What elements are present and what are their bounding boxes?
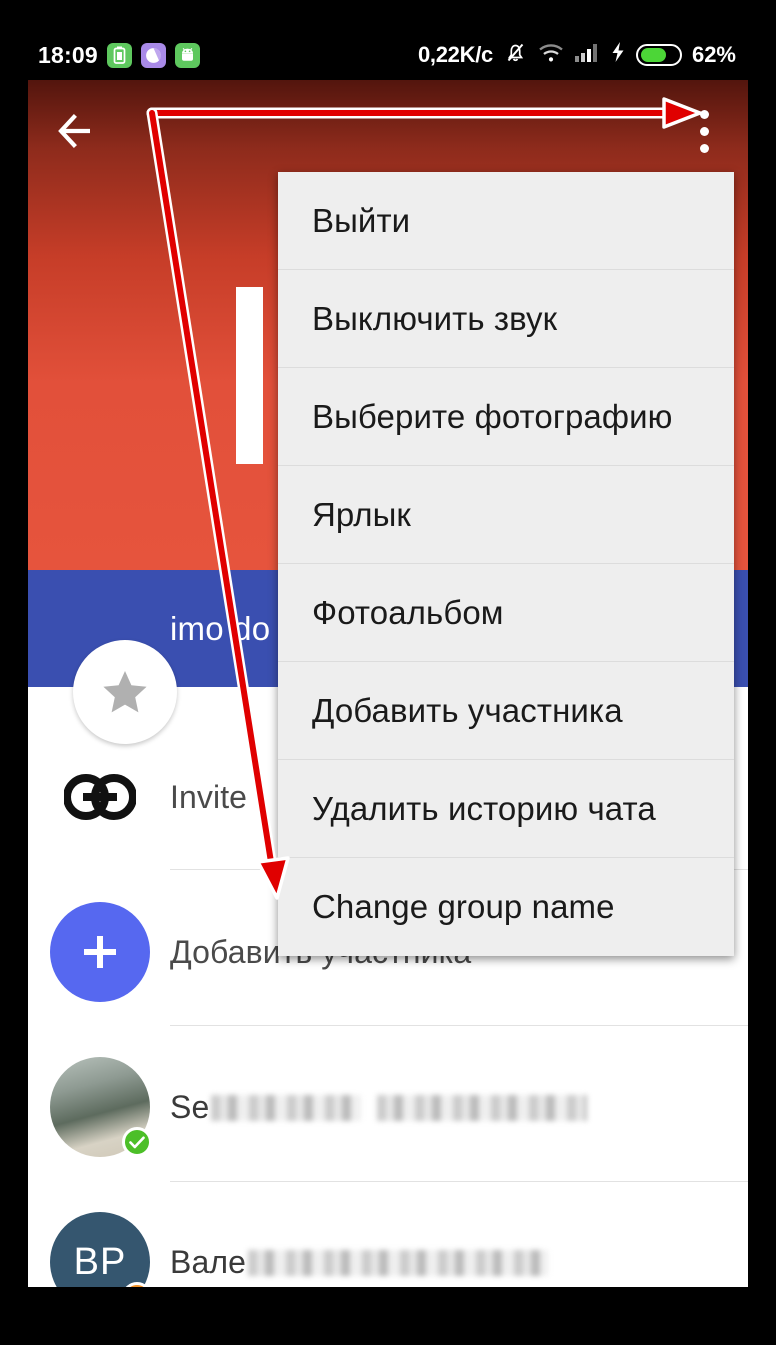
overflow-dot-2 [699,126,709,136]
menu-item-change-group-name[interactable]: Change group name [278,858,734,956]
menu-item-photo-album[interactable]: Фотоальбом [278,564,734,662]
phone-frame: 18:09 0,22K/c 62% imo do Invite Добавить… [0,0,776,1345]
signal-bars-icon [574,42,600,69]
menu-item-leave[interactable]: Выйти [278,172,734,270]
redacted-name-part [211,1094,362,1121]
member-1-name: Se [170,1089,588,1126]
row-member-1[interactable]: Se [28,1052,748,1162]
phone-screen: 18:09 0,22K/c 62% imo do Invite Добавить… [28,30,748,1287]
back-button[interactable] [56,108,102,154]
member-2-name: Вале [170,1244,549,1281]
menu-item-add-member[interactable]: Добавить участника [278,662,734,760]
group-avatar[interactable] [73,640,177,744]
wifi-icon [538,42,564,69]
overflow-dot-3 [699,143,709,153]
link-icon [50,774,150,820]
status-bar-clock: 18:09 [38,41,98,68]
status-bar-right: 0,22K/c 62% [418,40,736,71]
row-member-2[interactable]: ВР ! Вале [28,1207,748,1287]
android-robot-icon [174,42,200,68]
status-bar: 18:09 0,22K/c 62% [28,30,748,80]
charging-bolt-icon [610,41,626,69]
menu-item-shortcut[interactable]: Ярлык [278,466,734,564]
overflow-dot-1 [699,109,709,119]
plus-icon [50,902,150,1002]
add-member-avatar [50,902,150,1002]
network-speed-label: 0,22K/c [417,42,493,67]
warning-badge-icon: ! [122,1282,152,1287]
battery-icon [635,44,682,66]
star-icon [103,671,147,713]
list-separator-2 [170,1025,748,1026]
member-1-avatar [50,1057,152,1157]
group-name-label: imo do [170,609,271,647]
status-bar-left: 18:09 [38,42,200,69]
overflow-popup-menu[interactable]: Выйти Выключить звук Выберите фотографию… [278,172,734,956]
avatar: ВР ! [50,1212,152,1287]
menu-item-mute[interactable]: Выключить звук [278,270,734,368]
mute-notifications-icon [503,40,528,71]
verified-badge-icon [122,1127,152,1157]
header-photo-edge [236,287,263,464]
list-separator-3 [170,1181,748,1182]
chat-app-icon [140,42,166,68]
redacted-name-part [248,1249,549,1276]
row-invite-label: Invite [170,778,248,815]
battery-saver-app-icon [106,42,132,68]
battery-percent-label: 62% [691,42,736,67]
avatar-initials-label: ВР [73,1240,127,1283]
menu-item-delete-chat-history[interactable]: Удалить историю чата [278,760,734,858]
member-2-avatar: ВР ! [50,1212,152,1287]
overflow-menu-button[interactable] [682,104,726,158]
menu-item-choose-photo[interactable]: Выберите фотографию [278,368,734,466]
avatar [50,1057,152,1157]
redacted-surname-part [377,1094,588,1121]
